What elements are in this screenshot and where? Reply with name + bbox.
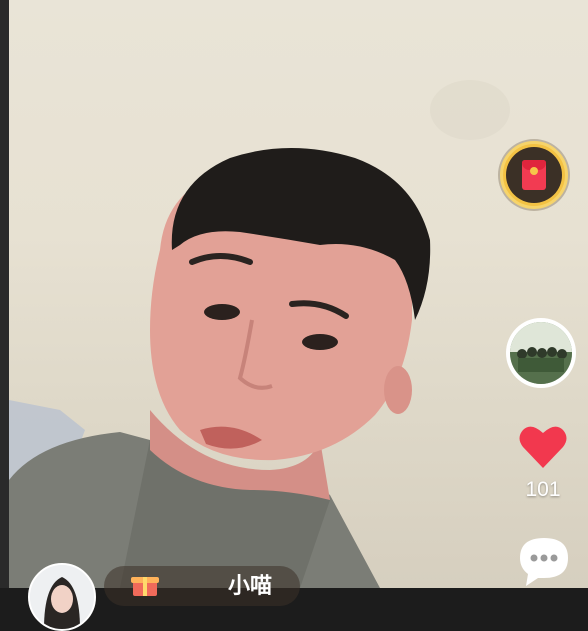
gift-icon (131, 577, 159, 596)
like-count: 101 (525, 478, 561, 501)
avatar-portrait (30, 565, 94, 629)
streamer-video-scene (9, 80, 510, 588)
comment-button[interactable] (516, 534, 572, 588)
music-disc-button[interactable] (506, 318, 576, 388)
screen-left-edge (0, 0, 9, 588)
user-avatar[interactable] (28, 563, 96, 631)
red-envelope-icon (506, 147, 562, 203)
red-packet-button[interactable] (500, 141, 568, 209)
live-chip-label: 小喵 (228, 574, 273, 599)
like-button[interactable] (512, 424, 574, 474)
heart-icon (519, 426, 567, 468)
comment-bubble-icon (520, 538, 568, 586)
music-disc-icon (510, 322, 572, 384)
live-chip[interactable]: 小喵 (104, 566, 300, 606)
live-video-frame[interactable] (0, 0, 588, 588)
